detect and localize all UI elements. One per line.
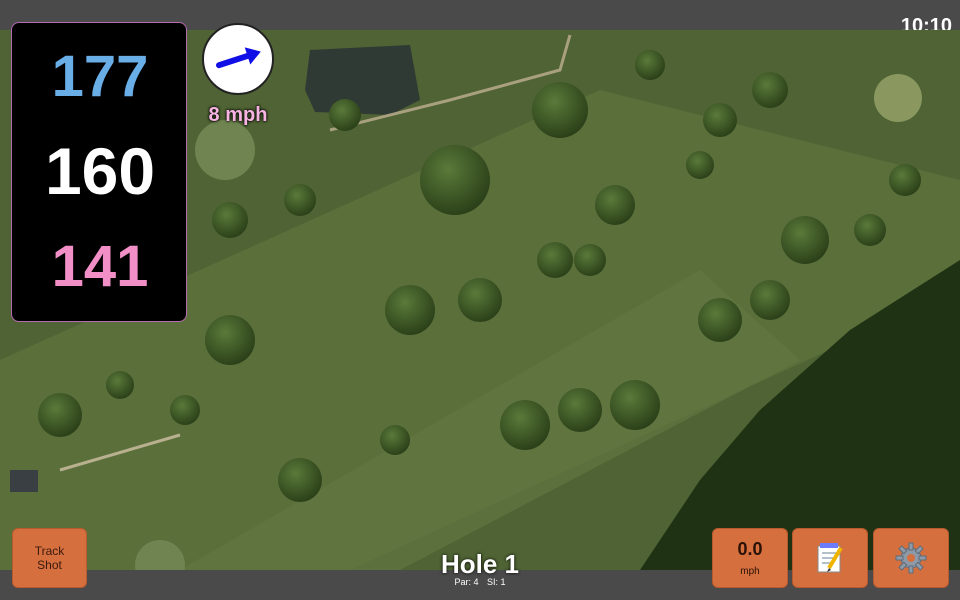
settings-button[interactable] — [873, 528, 949, 588]
track-shot-label-line2: Shot — [37, 558, 62, 572]
speed-unit: mph — [740, 566, 760, 577]
wind-direction-dial — [202, 23, 274, 95]
track-shot-button[interactable]: Track Shot — [12, 528, 87, 588]
back-distance: 177 — [51, 44, 149, 109]
wind-arrow-icon — [215, 47, 261, 69]
wind-speed: 8 mph — [208, 104, 268, 126]
track-shot-label-line1: Track — [34, 544, 65, 558]
hole-par: Par: 4 — [454, 577, 479, 587]
speed-button[interactable]: 0.0 mph — [712, 528, 788, 588]
notepad-icon — [817, 543, 843, 573]
front-distance: 141 — [51, 234, 149, 299]
distance-panel: 177 160 141 — [11, 22, 187, 322]
notes-button[interactable] — [792, 528, 868, 588]
middle-distance: 160 — [44, 134, 156, 208]
hole-stroke-index: SI: 1 — [487, 577, 506, 587]
speed-value: 0.0 — [737, 539, 763, 559]
gear-icon — [895, 542, 927, 574]
hole-meta: Par: 4 SI: 1 — [380, 577, 580, 587]
hole-title: Hole 1 — [440, 549, 520, 579]
